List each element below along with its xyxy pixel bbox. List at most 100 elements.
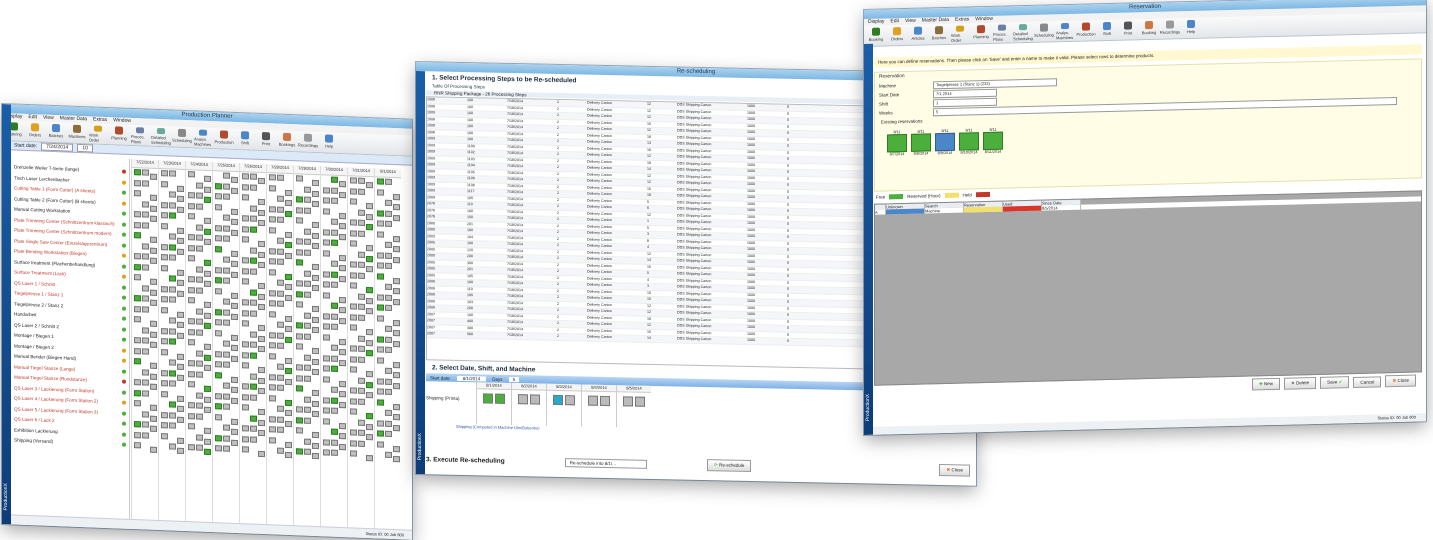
schedule-block[interactable]: [215, 193, 222, 200]
schedule-block[interactable]: [258, 335, 265, 342]
schedule-block[interactable]: [312, 221, 319, 229]
schedule-block[interactable]: [323, 396, 330, 404]
schedule-block[interactable]: [142, 421, 149, 428]
schedule-block[interactable]: [177, 395, 184, 402]
schedule-block[interactable]: [250, 215, 257, 222]
schedule-block[interactable]: [161, 222, 168, 229]
days-input[interactable]: 10: [77, 143, 93, 153]
schedule-block[interactable]: [250, 257, 257, 264]
schedule-block[interactable]: [277, 374, 284, 381]
schedule-block[interactable]: [296, 175, 303, 182]
day-slot-block[interactable]: [483, 393, 493, 404]
ribbon-button[interactable]: Help: [320, 133, 338, 152]
schedule-block[interactable]: [215, 308, 222, 315]
ribbon-button[interactable]: Print: [257, 131, 275, 150]
schedule-block[interactable]: [304, 280, 311, 287]
schedule-block[interactable]: [188, 255, 195, 262]
schedule-block[interactable]: [304, 448, 311, 455]
schedule-block[interactable]: [350, 345, 357, 352]
schedule-block[interactable]: [204, 301, 211, 309]
schedule-block[interactable]: [312, 200, 319, 208]
schedule-block[interactable]: [331, 302, 338, 309]
schedule-block[interactable]: [242, 215, 249, 222]
schedule-block[interactable]: [177, 447, 184, 454]
schedule-block[interactable]: [242, 362, 249, 369]
schedule-block[interactable]: [223, 266, 230, 274]
schedule-block[interactable]: [285, 325, 292, 333]
schedule-block[interactable]: [134, 263, 141, 270]
schedule-block[interactable]: [285, 241, 292, 249]
schedule-block[interactable]: [223, 224, 230, 232]
schedule-block[interactable]: [323, 417, 330, 425]
schedule-block[interactable]: [323, 323, 330, 330]
schedule-block[interactable]: [161, 327, 168, 334]
schedule-block[interactable]: [250, 299, 257, 306]
day-slot-block[interactable]: [553, 394, 563, 406]
schedule-block[interactable]: [134, 442, 141, 449]
schedule-block[interactable]: [393, 204, 400, 211]
schedule-block[interactable]: [142, 337, 149, 344]
schedule-block[interactable]: [196, 307, 203, 315]
day-slot-block[interactable]: [495, 393, 505, 404]
schedule-block[interactable]: [169, 380, 176, 387]
schedule-block[interactable]: [150, 331, 157, 338]
schedule-block[interactable]: [196, 318, 203, 325]
schedule-block[interactable]: [296, 332, 303, 340]
schedule-block[interactable]: [339, 401, 346, 408]
ribbon-button[interactable]: Work Order: [951, 24, 969, 43]
schedule-block[interactable]: [312, 410, 319, 418]
schedule-block[interactable]: [269, 310, 276, 318]
schedule-block[interactable]: [269, 394, 276, 402]
schedule-block[interactable]: [250, 173, 257, 180]
schedule-block[interactable]: [331, 229, 338, 236]
schedule-block[interactable]: [339, 296, 346, 303]
ribbon-button[interactable]: Scheduling: [1034, 22, 1054, 40]
schedule-block[interactable]: [296, 364, 303, 371]
schedule-block[interactable]: [393, 235, 400, 242]
schedule-block[interactable]: [134, 221, 141, 228]
schedule-block[interactable]: [242, 173, 249, 180]
schedule-block[interactable]: [188, 297, 195, 304]
ribbon-button[interactable]: Orders: [888, 26, 906, 44]
schedule-block[interactable]: [258, 293, 265, 300]
schedule-block[interactable]: [177, 437, 184, 444]
schedule-block[interactable]: [215, 203, 222, 210]
schedule-block[interactable]: [377, 356, 384, 364]
schedule-block[interactable]: [358, 303, 365, 310]
schedule-block[interactable]: [177, 374, 184, 381]
schedule-block[interactable]: [350, 177, 357, 184]
schedule-block[interactable]: [350, 198, 357, 205]
schedule-block[interactable]: [312, 179, 319, 187]
schedule-block[interactable]: [150, 247, 157, 254]
schedule-block[interactable]: [242, 383, 249, 390]
save-button[interactable]: Save ✔: [1320, 376, 1350, 389]
schedule-block[interactable]: [242, 351, 249, 358]
schedule-block[interactable]: [250, 226, 257, 233]
schedule-block[interactable]: [204, 385, 211, 393]
schedule-block[interactable]: [150, 289, 157, 296]
schedule-block[interactable]: [134, 190, 141, 197]
schedule-block[interactable]: [204, 343, 211, 351]
schedule-block[interactable]: [377, 419, 384, 427]
schedule-block[interactable]: [150, 236, 157, 243]
schedule-block[interactable]: [242, 425, 249, 432]
ribbon-button[interactable]: Detailed Scheduling: [1013, 23, 1033, 41]
schedule-block[interactable]: [350, 261, 357, 268]
schedule-block[interactable]: [269, 226, 276, 234]
schedule-block[interactable]: [277, 332, 284, 339]
schedule-block[interactable]: [161, 306, 168, 313]
schedule-block[interactable]: [231, 439, 238, 446]
ribbon-button[interactable]: Analys. Machines: [1056, 22, 1074, 40]
schedule-block[interactable]: [285, 357, 292, 364]
ribbon-button[interactable]: Production: [214, 129, 234, 148]
schedule-block[interactable]: [285, 336, 292, 343]
schedule-block[interactable]: [296, 217, 303, 224]
schedule-block[interactable]: [323, 291, 330, 299]
schedule-block[interactable]: [188, 171, 195, 178]
schedule-block[interactable]: [358, 440, 365, 447]
schedule-block[interactable]: [142, 368, 149, 376]
schedule-block[interactable]: [188, 286, 195, 293]
schedule-block[interactable]: [269, 436, 276, 444]
schedule-block[interactable]: [223, 403, 230, 410]
schedule-block[interactable]: [196, 276, 203, 283]
